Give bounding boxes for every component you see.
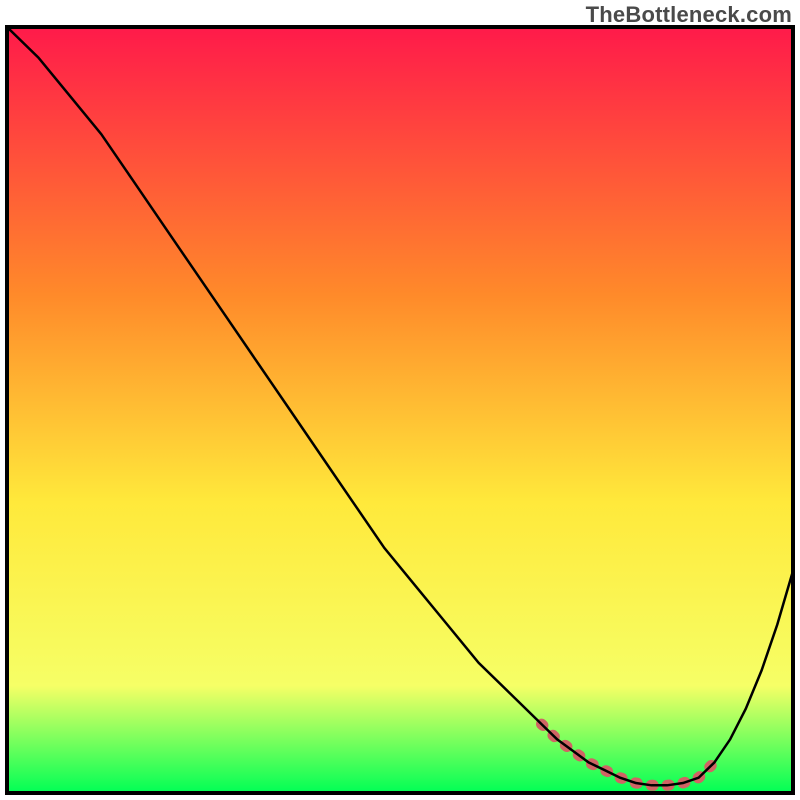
chart-wrapper: TheBottleneck.com	[0, 0, 800, 800]
plot-area	[5, 25, 795, 795]
chart-svg	[5, 25, 795, 795]
gradient-background	[7, 27, 793, 793]
